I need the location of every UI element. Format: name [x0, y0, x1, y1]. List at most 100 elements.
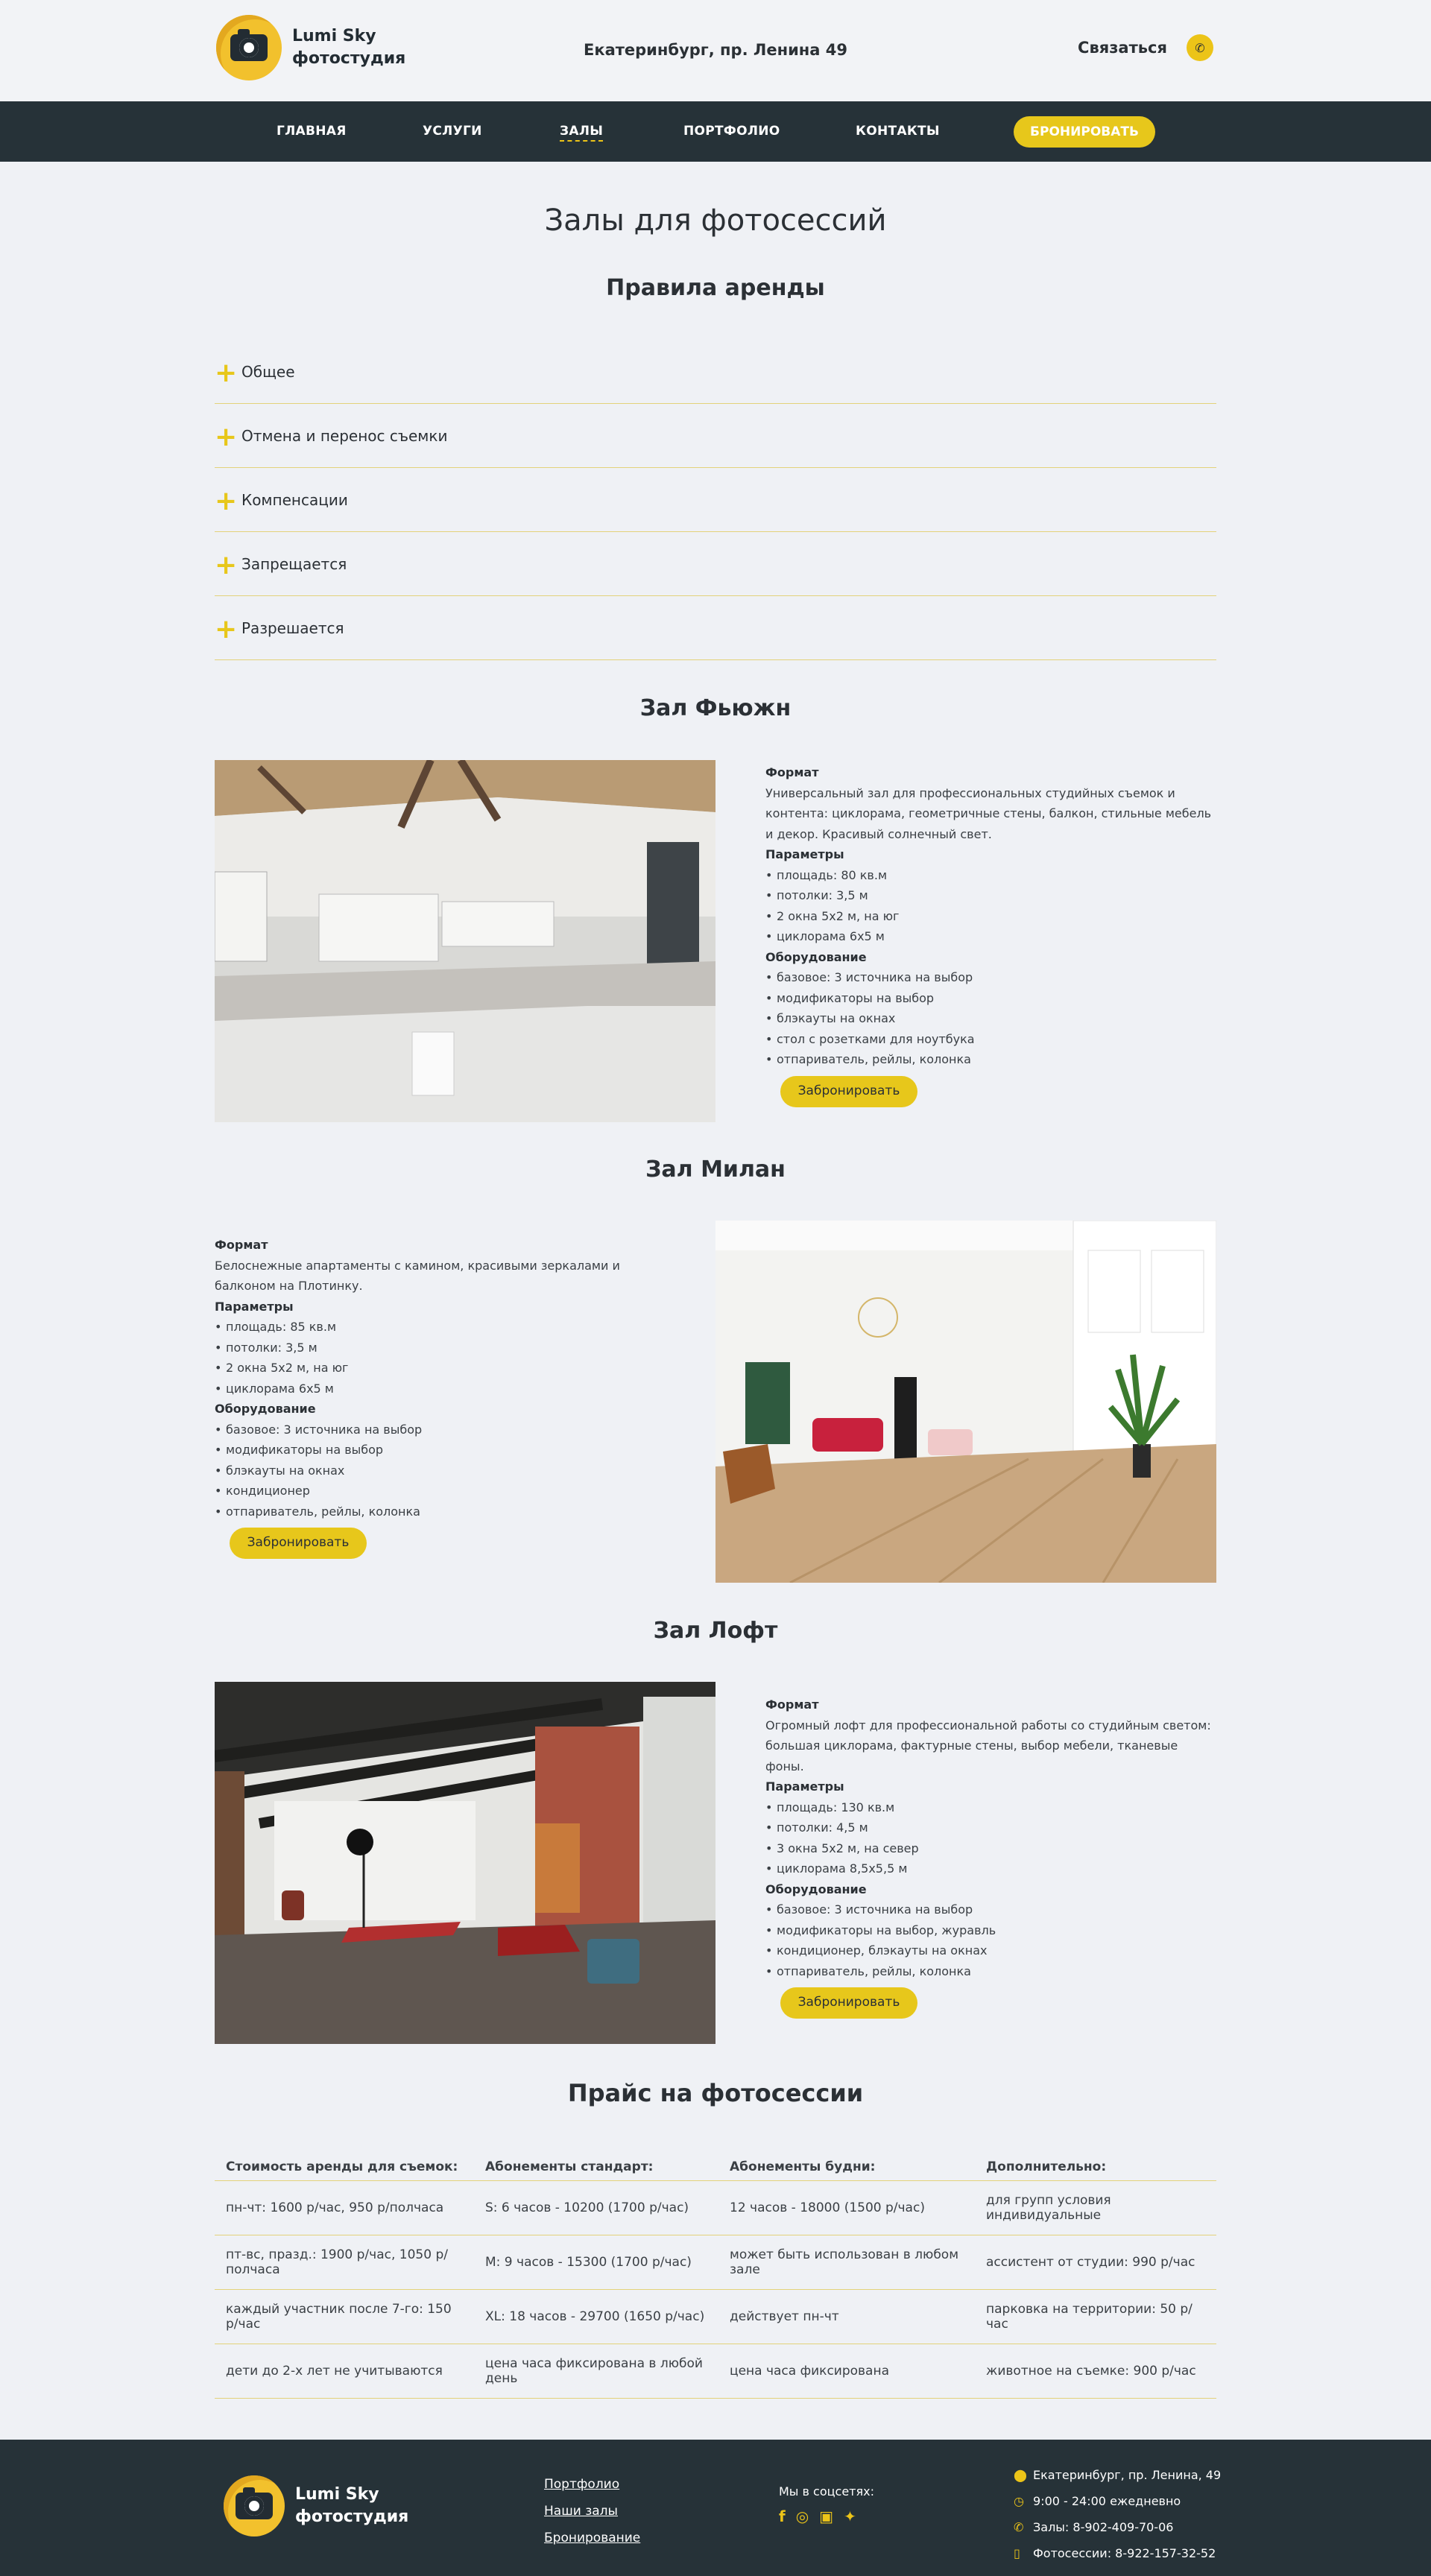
- vk-icon[interactable]: ▣: [819, 2507, 833, 2525]
- hall-photo-fusion: [215, 760, 716, 1122]
- rule-label: Разрешается: [241, 618, 344, 637]
- equipment-heading: Оборудование: [765, 949, 867, 964]
- rule-item-cancel[interactable]: + Отмена и перенос съемки: [215, 404, 1216, 468]
- rule-item-compensation[interactable]: + Компенсации: [215, 468, 1216, 532]
- header-address: Екатеринбург, пр. Ленина 49: [583, 41, 848, 59]
- facebook-icon[interactable]: f: [779, 2507, 786, 2525]
- twitter-icon[interactable]: ✦: [844, 2507, 856, 2525]
- table-cell: ассистент от студии: 990 р/час: [975, 2235, 1216, 2290]
- footer-link-halls[interactable]: Наши залы: [544, 2498, 640, 2525]
- params-list: площадь: 85 кв.м потолки: 3,5 м 2 окна 5…: [215, 1317, 647, 1399]
- footer-contacts: ⬤ Екатеринбург, пр. Ленина, 49 ◷ 9:00 - 24…: [1014, 2462, 1221, 2566]
- site-header: Lumi Sky фотостудия Екатеринбург, пр. Ле…: [0, 0, 1431, 101]
- footer-phone-sessions[interactable]: ▯ Фотосессии: 8-922-157-32-52: [1014, 2540, 1221, 2566]
- table-header: Абонементы будни:: [718, 2139, 975, 2181]
- list-item: базовое: 3 источника на выбор: [215, 1420, 647, 1440]
- equipment-list: базовое: 3 источника на выбор модификато…: [765, 967, 1216, 1070]
- table-header-row: Стоимость аренды для съемок: Абонементы …: [215, 2139, 1216, 2181]
- equipment-heading: Оборудование: [215, 1402, 316, 1416]
- price-title: Прайс на фотосессии: [567, 2079, 864, 2107]
- list-item: блэкауты на окнах: [215, 1461, 647, 1481]
- rule-item-allowed[interactable]: + Разрешается: [215, 596, 1216, 660]
- list-item: потолки: 3,5 м: [215, 1338, 647, 1358]
- contact-label: Связаться: [1078, 39, 1167, 57]
- table-cell: цена часа фиксирована: [718, 2344, 975, 2399]
- table-row: каждый участник после 7-го: 150 р/час XL…: [215, 2289, 1216, 2344]
- price-table: Стоимость аренды для съемок: Абонементы …: [215, 2139, 1216, 2399]
- plus-icon: +: [215, 422, 238, 452]
- rule-item-general[interactable]: + Общее: [215, 340, 1216, 404]
- phone-icon: ✆: [1014, 2520, 1024, 2534]
- equipment-list: базовое: 3 источника на выбор модификато…: [765, 1899, 1216, 1981]
- list-item: потолки: 4,5 м: [765, 1817, 1216, 1838]
- list-item: 2 окна 5х2 м, на юг: [215, 1358, 647, 1379]
- nav-item-home[interactable]: ГЛАВНАЯ: [277, 124, 347, 139]
- phone-icon[interactable]: ✆: [1187, 34, 1213, 61]
- plus-icon: +: [215, 486, 238, 516]
- list-item: площадь: 85 кв.м: [215, 1317, 647, 1338]
- nav-item-halls[interactable]: ЗАЛЫ: [560, 124, 604, 142]
- footer-address: ⬤ Екатеринбург, пр. Ленина, 49: [1014, 2462, 1221, 2488]
- contact-button[interactable]: Связаться ✆: [1078, 34, 1213, 61]
- list-item: отпариватель, рейлы, колонка: [765, 1961, 1216, 1982]
- brand-line-2: фотостудия: [295, 2507, 409, 2526]
- table-cell: пн-чт: 1600 р/час, 950 р/полчаса: [215, 2180, 474, 2235]
- hall-info-loft: Формат Огромный лофт для профессионально…: [765, 1694, 1216, 2019]
- plus-icon: +: [215, 614, 238, 645]
- table-header: Стоимость аренды для съемок:: [215, 2139, 474, 2181]
- footer-logo[interactable]: Lumi Sky фотостудия: [224, 2475, 408, 2537]
- format-heading: Формат: [765, 765, 819, 779]
- plus-icon: +: [215, 358, 238, 388]
- footer-links: Портфолио Наши залы Бронирование: [544, 2471, 640, 2551]
- footer-link-booking[interactable]: Бронирование: [544, 2525, 640, 2551]
- list-item: модификаторы на выбор: [765, 988, 1216, 1009]
- list-item: отпариватель, рейлы, колонка: [765, 1049, 1216, 1070]
- brand-name: Lumi Sky фотостудия: [295, 2484, 408, 2528]
- nav-book-button[interactable]: БРОНИРОВАТЬ: [1014, 116, 1155, 148]
- table-cell: действует пн-чт: [718, 2289, 975, 2344]
- nav-item-services[interactable]: УСЛУГИ: [423, 124, 482, 139]
- hall-title-milan: Зал Милан: [645, 1156, 786, 1183]
- hall-title-loft: Зал Лофт: [653, 1618, 778, 1644]
- hall-photo-loft: [215, 1682, 716, 2044]
- book-button-milan[interactable]: Забронировать: [230, 1528, 367, 1559]
- instagram-icon[interactable]: ◎: [796, 2507, 809, 2525]
- table-row: пн-чт: 1600 р/час, 950 р/полчаса S: 6 ча…: [215, 2180, 1216, 2235]
- list-item: кондиционер: [215, 1481, 647, 1501]
- table-row: пт-вс, празд.: 1900 р/час, 1050 р/полчас…: [215, 2235, 1216, 2290]
- table-cell: может быть использован в любом зале: [718, 2235, 975, 2290]
- book-button-loft[interactable]: Забронировать: [780, 1987, 917, 2019]
- list-item: потолки: 3,5 м: [765, 885, 1216, 906]
- footer-phone-halls[interactable]: ✆ Залы: 8-902-409-70-06: [1014, 2514, 1221, 2540]
- table-header: Дополнительно:: [975, 2139, 1216, 2181]
- rules-title: Правила аренды: [606, 275, 825, 301]
- hall-format-text: Огромный лофт для профессиональной работ…: [765, 1718, 1211, 1773]
- params-list: площадь: 80 кв.м потолки: 3,5 м 2 окна 5…: [765, 865, 1216, 947]
- list-item: стол с розетками для ноутбука: [765, 1029, 1216, 1050]
- hall-format-text: Белоснежные апартаменты с камином, краси…: [215, 1258, 620, 1294]
- hall-info-fusion: Формат Универсальный зал для профессиона…: [765, 762, 1216, 1107]
- list-item: 2 окна 5х2 м, на юг: [765, 906, 1216, 927]
- equipment-list: базовое: 3 источника на выбор модификато…: [215, 1420, 647, 1522]
- rule-label: Компенсации: [241, 490, 348, 509]
- table-cell: животное на съемке: 900 р/час: [975, 2344, 1216, 2399]
- params-heading: Параметры: [765, 1779, 844, 1794]
- params-heading: Параметры: [765, 847, 844, 861]
- nav-item-portfolio[interactable]: ПОРТФОЛИО: [683, 124, 780, 139]
- plus-icon: +: [215, 550, 238, 580]
- footer-social: Мы в соцсетях: f ◎ ▣ ✦: [779, 2484, 874, 2525]
- table-cell: дети до 2-х лет не учитываются: [215, 2344, 474, 2399]
- footer-link-portfolio[interactable]: Портфолио: [544, 2471, 640, 2498]
- table-row: дети до 2-х лет не учитываются цена часа…: [215, 2344, 1216, 2399]
- rule-item-forbidden[interactable]: + Запрещается: [215, 532, 1216, 596]
- table-cell: цена часа фиксирована в любой день: [474, 2344, 718, 2399]
- list-item: базовое: 3 источника на выбор: [765, 967, 1216, 988]
- page-title: Залы для фотосессий: [544, 203, 887, 238]
- nav-item-contacts[interactable]: КОНТАКТЫ: [856, 124, 940, 139]
- main-nav: ГЛАВНАЯ УСЛУГИ ЗАЛЫ ПОРТФОЛИО КОНТАКТЫ Б…: [0, 101, 1431, 162]
- table-header: Абонементы стандарт:: [474, 2139, 718, 2181]
- footer-hours: ◷ 9:00 - 24:00 ежедневно: [1014, 2488, 1221, 2514]
- book-button-fusion[interactable]: Забронировать: [780, 1075, 917, 1107]
- list-item: модификаторы на выбор: [215, 1440, 647, 1461]
- list-item: площадь: 80 кв.м: [765, 865, 1216, 886]
